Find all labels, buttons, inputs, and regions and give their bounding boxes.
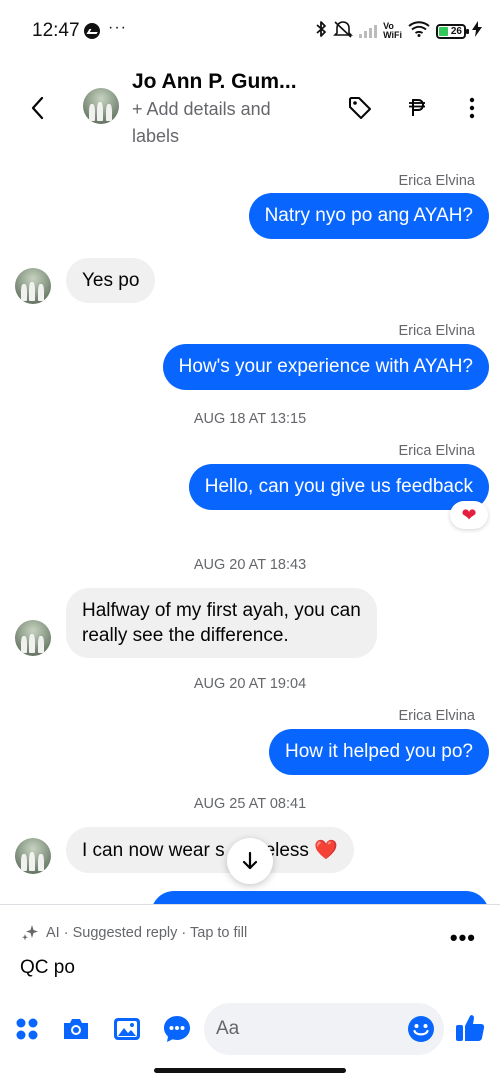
message-line: really see the difference. [82,625,289,646]
message-input-placeholder: Aa [216,1018,240,1039]
sender-avatar[interactable] [15,268,51,304]
scroll-to-bottom-button[interactable] [227,838,273,884]
emoji-icon [408,1016,434,1042]
suggested-reply-text[interactable]: QC po [20,957,75,979]
voice-clip-icon [164,1016,190,1042]
message-timestamp: AUG 18 AT 13:15 [193,411,307,427]
status-time: 12:47 [32,20,80,41]
peso-icon [409,99,425,116]
contact-avatar[interactable] [83,88,119,124]
vowifi-icon: Vo WiFi [383,21,402,40]
label-button[interactable] [346,94,374,122]
message-outgoing[interactable]: Natry nyo po ang AYAH? [248,193,489,239]
emoji-button[interactable] [406,1014,436,1044]
message-incoming[interactable]: Yes po [66,258,156,303]
charging-icon [472,21,482,41]
home-indicator[interactable] [154,1068,346,1073]
arrow-down-icon [242,851,258,870]
message-timestamp: AUG 20 AT 19:04 [193,676,307,692]
message-outgoing[interactable]: Hello, can you give us feedback [188,464,489,510]
message-incoming[interactable]: Halfway of my first ayah, you can really… [66,588,377,658]
wifi-icon [408,21,430,41]
add-details-link[interactable]: + Add details and labels [132,96,322,150]
message-composer: Aa [0,1000,500,1060]
message-outgoing[interactable]: How's your experience with AYAH? [162,344,489,390]
apps-grid-icon [16,1018,38,1040]
status-right-icons: Vo WiFi 26 [315,20,482,42]
message-reaction[interactable]: ❤ [450,501,488,529]
suggestion-more-button[interactable]: ••• [450,925,476,951]
ai-sparkle-icon [22,925,38,941]
tag-icon [349,97,371,119]
thumbs-up-icon [456,1015,485,1041]
payment-button[interactable] [403,94,431,122]
messenger-notification-icon [84,23,100,39]
suggested-reply-panel[interactable]: AI · Suggested reply · Tap to fill ••• Q… [0,904,500,1000]
gallery-button[interactable] [112,1014,142,1044]
status-notifications: ··· [84,19,127,39]
message-line: Halfway of my first ayah, you can [82,600,361,621]
apps-button[interactable] [12,1014,42,1044]
camera-button[interactable] [61,1014,91,1044]
message-timestamp: AUG 25 AT 08:41 [193,796,307,812]
more-options-button[interactable] [458,94,486,122]
conversation-header: Jo Ann P. Gum... + Add details and label… [0,64,500,158]
back-button[interactable] [26,94,50,122]
message-outgoing[interactable]: How it helped you po? [268,729,489,775]
battery-icon: 26 [436,23,469,39]
cell-signal-icon [359,24,378,38]
sender-name: Erica Elvina [398,323,475,339]
sender-name: Erica Elvina [398,443,475,459]
back-chevron-icon [31,96,44,120]
sender-avatar[interactable] [15,620,51,656]
mute-icon [333,20,354,42]
message-input[interactable]: Aa [204,1003,444,1055]
voice-clip-button[interactable] [162,1014,192,1044]
heart-emoji-icon: ❤️ [314,840,338,861]
ai-suggestion-label: AI · Suggested reply · Tap to fill [20,923,247,943]
message-outgoing-partial[interactable] [151,891,489,904]
like-button[interactable] [454,1012,485,1042]
heart-reaction-icon: ❤ [461,505,477,525]
status-bar: 12:47 ··· Vo WiFi 26 [0,0,500,64]
more-notifications-icon: ··· [108,19,127,36]
sender-name: Erica Elvina [398,173,475,189]
message-incoming[interactable]: I can now wear s eless ❤️ [66,827,354,873]
bluetooth-icon [315,20,327,42]
message-timestamp: AUG 20 AT 18:43 [193,557,307,573]
message-list[interactable]: Erica Elvina Natry nyo po ang AYAH? Yes … [0,158,500,904]
contact-name[interactable]: Jo Ann P. Gum... [132,70,297,94]
camera-icon [64,1019,88,1039]
gallery-icon [114,1018,140,1040]
sender-name: Erica Elvina [398,708,475,724]
sender-avatar[interactable] [15,838,51,874]
more-vertical-icon [469,97,475,119]
